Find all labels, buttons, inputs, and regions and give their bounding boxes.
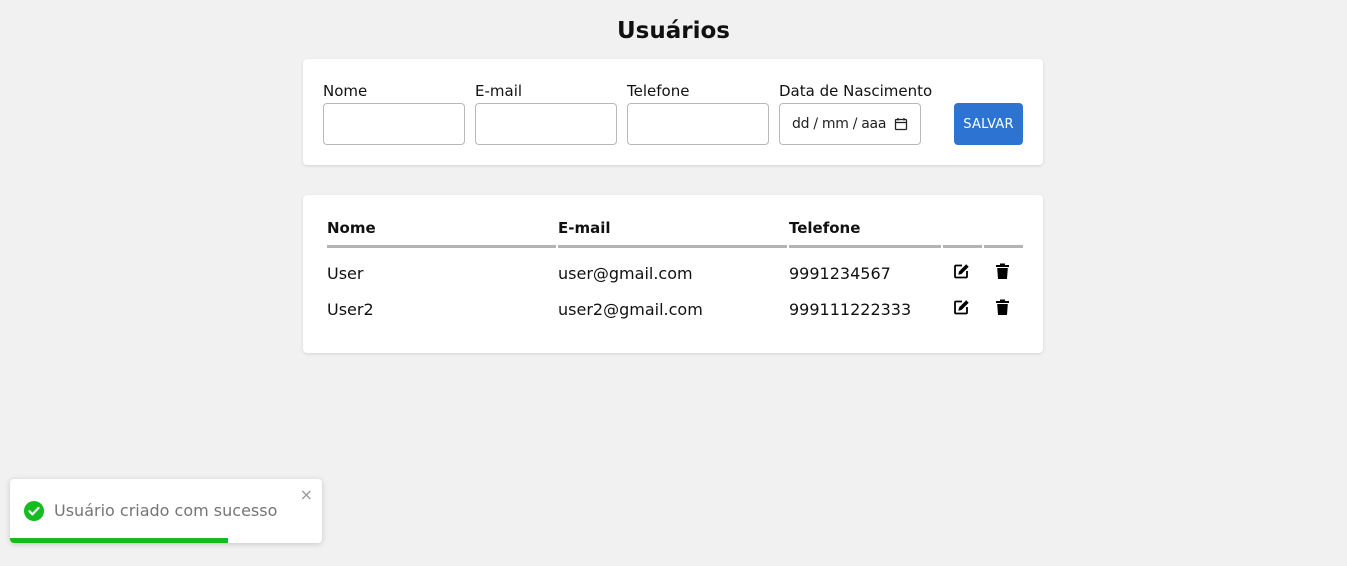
birthdate-input[interactable]: dd / mm / aaa	[779, 103, 921, 145]
success-toast[interactable]: Usuário criado com sucesso ×	[10, 479, 322, 543]
cell-delete	[984, 289, 1023, 330]
cell-nome: User	[327, 263, 364, 283]
trash-icon[interactable]	[994, 299, 1011, 316]
name-field: Nome	[323, 81, 465, 145]
cell-telefone: 9991234567	[789, 263, 891, 283]
edit-icon[interactable]	[953, 263, 970, 280]
column-header-delete	[984, 217, 1023, 248]
table-header-row: Nome E-mail Telefone	[327, 217, 1023, 248]
column-header-edit	[943, 217, 982, 248]
email-input[interactable]	[475, 103, 617, 145]
page-title: Usuários	[617, 18, 730, 44]
cell-edit	[943, 248, 982, 289]
table-row: User2 user2@gmail.com 999111222333	[327, 289, 1023, 330]
phone-label: Telefone	[627, 82, 690, 100]
toast-message: Usuário criado com sucesso	[54, 501, 278, 520]
cell-email: user@gmail.com	[558, 263, 693, 283]
column-header-email: E-mail	[558, 217, 787, 248]
toast-progress-bar	[10, 538, 229, 543]
table-row: User user@gmail.com 9991234567	[327, 248, 1023, 289]
birthdate-field: Data de Nascimento dd / mm / aaa	[779, 81, 933, 145]
phone-input[interactable]	[627, 103, 769, 145]
birthdate-label: Data de Nascimento	[779, 82, 933, 100]
save-button[interactable]: SALVAR	[954, 103, 1023, 145]
users-table-card: Nome E-mail Telefone User user@gmail.com…	[303, 195, 1043, 353]
column-header-nome: Nome	[327, 217, 556, 248]
cell-telefone: 999111222333	[789, 300, 912, 319]
column-header-telefone: Telefone	[789, 217, 941, 248]
name-label: Nome	[323, 82, 368, 100]
birthdate-placeholder: dd / mm / aaa	[792, 116, 887, 132]
cell-delete	[984, 248, 1023, 289]
edit-icon[interactable]	[953, 299, 970, 316]
name-input[interactable]	[323, 103, 465, 145]
email-label: E-mail	[475, 82, 523, 100]
close-icon[interactable]: ×	[300, 485, 313, 505]
cell-email: user2@gmail.com	[558, 300, 703, 319]
user-form: Nome E-mail Telefone Data de Nascimento …	[303, 59, 1043, 165]
trash-icon[interactable]	[994, 263, 1011, 280]
calendar-icon[interactable]	[894, 117, 908, 131]
check-circle-icon	[24, 501, 44, 521]
phone-field: Telefone	[627, 81, 769, 145]
email-field: E-mail	[475, 81, 617, 145]
users-table: Nome E-mail Telefone User user@gmail.com…	[325, 217, 1025, 330]
cell-edit	[943, 289, 982, 330]
cell-nome: User2	[327, 300, 374, 319]
